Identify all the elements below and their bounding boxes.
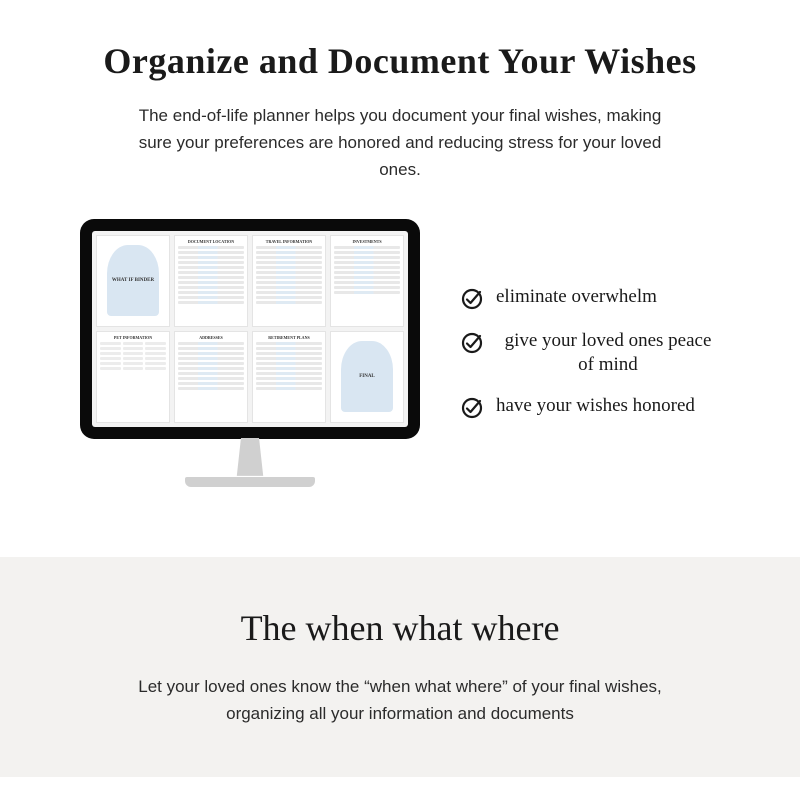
monitor-illustration: WHAT IF BINDER DOCUMENT LOCATION TRAVEL IN…	[80, 219, 420, 487]
middle-row: WHAT IF BINDER DOCUMENT LOCATION TRAVEL IN…	[60, 219, 740, 487]
doc-page: FINAL	[330, 331, 404, 423]
doc-page: PET INFORMATION	[96, 331, 170, 423]
check-icon	[460, 331, 484, 355]
doc-page-title: DOCUMENT LOCATION	[188, 239, 234, 244]
doc-page-title: ADDRESSES	[199, 335, 223, 340]
benefit-text: give your loved ones peace of mind	[496, 329, 720, 377]
doc-page: INVESTMENTS	[330, 235, 404, 327]
doc-page-title: TRAVEL INFORMATION	[266, 239, 312, 244]
monitor-stand	[220, 438, 280, 483]
check-icon	[460, 287, 484, 311]
doc-page-title: PET INFORMATION	[114, 335, 152, 340]
monitor-screen: WHAT IF BINDER DOCUMENT LOCATION TRAVEL IN…	[92, 231, 408, 427]
benefit-item: have your wishes honored	[460, 394, 720, 420]
top-section: Organize and Document Your Wishes The en…	[0, 0, 800, 517]
benefit-item: eliminate overwhelm	[460, 285, 720, 311]
doc-page: RETIREMENT PLANS	[252, 331, 326, 423]
intro-paragraph: The end-of-life planner helps you docume…	[120, 102, 680, 184]
monitor-base	[185, 477, 315, 487]
bottom-section: The when what where Let your loved ones …	[0, 557, 800, 777]
doc-page-title: RETIREMENT PLANS	[268, 335, 309, 340]
doc-arch: FINAL	[341, 341, 394, 412]
doc-page: TRAVEL INFORMATION	[252, 235, 326, 327]
check-icon	[460, 396, 484, 420]
doc-page: ADDRESSES	[174, 331, 248, 423]
benefit-text: have your wishes honored	[496, 394, 695, 418]
doc-page: WHAT IF BINDER	[96, 235, 170, 327]
benefit-item: give your loved ones peace of mind	[460, 329, 720, 377]
doc-page-title: INVESTMENTS	[352, 239, 381, 244]
doc-arch: WHAT IF BINDER	[107, 245, 160, 316]
bottom-heading: The when what where	[80, 607, 720, 649]
benefits-list: eliminate overwhelm give your loved ones…	[460, 285, 720, 421]
doc-page: DOCUMENT LOCATION	[174, 235, 248, 327]
main-heading: Organize and Document Your Wishes	[60, 40, 740, 82]
benefit-text: eliminate overwhelm	[496, 285, 657, 309]
bottom-paragraph: Let your loved ones know the “when what …	[110, 673, 690, 727]
monitor-frame: WHAT IF BINDER DOCUMENT LOCATION TRAVEL IN…	[80, 219, 420, 439]
